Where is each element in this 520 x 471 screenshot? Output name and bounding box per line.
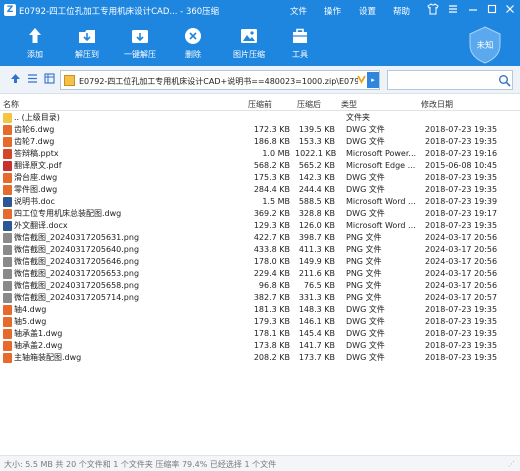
skin-icon[interactable] [426, 3, 440, 17]
column-date[interactable]: 修改日期 [421, 99, 453, 110]
list-item[interactable]: 轴承盖1.dwg 178.1 KB 145.4 KB DWG 文件 2018-0… [0, 328, 520, 340]
png-file-icon [3, 269, 12, 279]
list-view-icon[interactable] [25, 73, 39, 87]
extract-to-icon [79, 30, 95, 43]
list-item[interactable]: 齿轮7.dwg 186.8 KB 153.3 KB DWG 文件 2018-07… [0, 136, 520, 148]
docx-file-icon [3, 221, 12, 231]
menu-list-icon[interactable] [446, 3, 460, 17]
list-item[interactable]: 四工位专用机床总装配图.dwg 369.2 KB 328.8 KB DWG 文件… [0, 208, 520, 220]
column-packed-size[interactable]: 压缩后 [297, 99, 321, 110]
pdf-file-icon [3, 161, 12, 171]
minimize-icon[interactable] [466, 3, 480, 17]
extract-to-button[interactable]: 解压到 [64, 26, 110, 60]
list-item[interactable]: 说明书.doc 1.5 MB 588.5 KB Microsoft Word .… [0, 196, 520, 208]
search-icon[interactable] [498, 74, 511, 87]
search-input[interactable] [391, 74, 496, 87]
close-icon[interactable] [503, 3, 517, 17]
search-box[interactable] [387, 70, 513, 90]
app-logo-icon: Z [4, 4, 16, 16]
doc-file-icon [3, 197, 12, 207]
delete-button[interactable]: 删除 [170, 26, 216, 60]
png-file-icon [3, 281, 12, 291]
menu-operate[interactable]: 操作 [324, 5, 341, 17]
dwg-file-icon [3, 341, 12, 351]
list-item[interactable]: 零件图.dwg 284.4 KB 244.4 KB DWG 文件 2018-07… [0, 184, 520, 196]
image-compress-icon [241, 29, 257, 43]
list-item[interactable]: 轴承盖2.dwg 173.8 KB 141.7 KB DWG 文件 2018-0… [0, 340, 520, 352]
menu-help[interactable]: 帮助 [393, 5, 410, 17]
address-bar: E0792-四工位孔加工专用机床设计CAD+说明书==480023=1000.z… [0, 66, 520, 94]
main-toolbar: 添加 解压到 一键解压 删除 图片压缩 工具 [0, 22, 520, 66]
details-view-icon[interactable] [42, 73, 56, 87]
list-item[interactable]: 主轴箱装配图.dwg 208.2 KB 173.7 KB DWG 文件 2018… [0, 352, 520, 364]
list-item[interactable]: .. (上级目录) 文件夹 [0, 112, 520, 124]
list-item[interactable]: 翻译原文.pdf 568.2 KB 565.2 KB Microsoft Edg… [0, 160, 520, 172]
image-compress-button[interactable]: 图片压缩 [226, 26, 272, 60]
png-file-icon [3, 233, 12, 243]
column-size[interactable]: 压缩前 [248, 99, 272, 110]
png-file-icon [3, 257, 12, 267]
column-name[interactable]: 名称 [3, 99, 19, 110]
window-title: E0792-四工位孔加工专用机床设计CAD... - 360压缩 [19, 7, 220, 17]
add-icon [29, 28, 41, 43]
dwg-file-icon [3, 317, 12, 327]
list-item[interactable]: 答辩稿.pptx 1.0 MB 1022.1 KB Microsoft Powe… [0, 148, 520, 160]
list-item[interactable]: 外文翻译.docx 129.3 KB 126.0 KB Microsoft Wo… [0, 220, 520, 232]
status-text: 大小: 5.5 MB 共 20 个文件和 1 个文件夹 压缩率 79.4% 已经… [4, 460, 277, 469]
path-field[interactable]: E0792-四工位孔加工专用机床设计CAD+说明书==480023=1000.z… [60, 70, 380, 90]
list-item[interactable]: 滑台座.dwg 175.3 KB 142.3 KB DWG 文件 2018-07… [0, 172, 520, 184]
file-list: .. (上级目录) 文件夹 齿轮6.dwg 172.3 KB 139.5 KB … [0, 112, 520, 454]
menu-file[interactable]: 文件 [290, 5, 307, 17]
one-click-extract-icon [132, 30, 148, 43]
list-item[interactable]: 齿轮6.dwg 172.3 KB 139.5 KB DWG 文件 2018-07… [0, 124, 520, 136]
shield-label: 未知 [476, 41, 494, 51]
path-go-button[interactable]: ▸ [367, 72, 379, 88]
add-button[interactable]: 添加 [12, 26, 58, 60]
dwg-file-icon [3, 209, 12, 219]
png-file-icon [3, 245, 12, 255]
resize-grip-icon[interactable]: ⋰ [508, 460, 517, 469]
column-type[interactable]: 类型 [341, 99, 357, 110]
delete-icon [185, 28, 201, 44]
maximize-icon[interactable] [485, 3, 499, 17]
list-item[interactable]: 轴5.dwg 179.3 KB 146.1 KB DWG 文件 2018-07-… [0, 316, 520, 328]
tools-button[interactable]: 工具 [277, 26, 323, 60]
parent-folder-icon [3, 113, 12, 123]
menu-settings[interactable]: 设置 [359, 5, 376, 17]
list-item[interactable]: 微信截图_20240317205631.png 422.7 KB 398.7 K… [0, 232, 520, 244]
tools-icon [293, 28, 307, 43]
status-bar: 大小: 5.5 MB 共 20 个文件和 1 个文件夹 压缩率 79.4% 已经… [0, 455, 520, 471]
up-arrow-icon[interactable] [8, 73, 22, 87]
dwg-file-icon [3, 329, 12, 339]
zip-archive-icon [64, 75, 75, 86]
dwg-file-icon [3, 125, 12, 135]
list-item[interactable]: 微信截图_20240317205653.png 229.4 KB 211.6 K… [0, 268, 520, 280]
list-item[interactable]: 轴4.dwg 181.3 KB 148.3 KB DWG 文件 2018-07-… [0, 304, 520, 316]
column-header: 名称 压缩前 压缩后 类型 修改日期 [0, 96, 520, 111]
list-item[interactable]: 微信截图_20240317205714.png 382.7 KB 331.3 K… [0, 292, 520, 304]
one-click-extract-button[interactable]: 一键解压 [117, 26, 163, 60]
security-shield-badge[interactable]: 未知 [468, 26, 502, 64]
dwg-file-icon [3, 185, 12, 195]
path-text: E0792-四工位孔加工专用机床设计CAD+说明书==480023=1000.z… [79, 77, 358, 86]
list-item[interactable]: 微信截图_20240317205640.png 433.8 KB 411.3 K… [0, 244, 520, 256]
dwg-file-icon [3, 305, 12, 315]
png-file-icon [3, 293, 12, 303]
list-item[interactable]: 微信截图_20240317205658.png 96.8 KB 76.5 KB … [0, 280, 520, 292]
dwg-file-icon [3, 353, 12, 363]
title-bar: Z E0792-四工位孔加工专用机床设计CAD... - 360压缩 文件 操作… [0, 0, 520, 22]
pptx-file-icon [3, 149, 12, 159]
dwg-file-icon [3, 137, 12, 147]
path-dropdown-icon[interactable] [357, 73, 367, 88]
list-item[interactable]: 微信截图_20240317205646.png 178.0 KB 149.9 K… [0, 256, 520, 268]
dwg-file-icon [3, 173, 12, 183]
